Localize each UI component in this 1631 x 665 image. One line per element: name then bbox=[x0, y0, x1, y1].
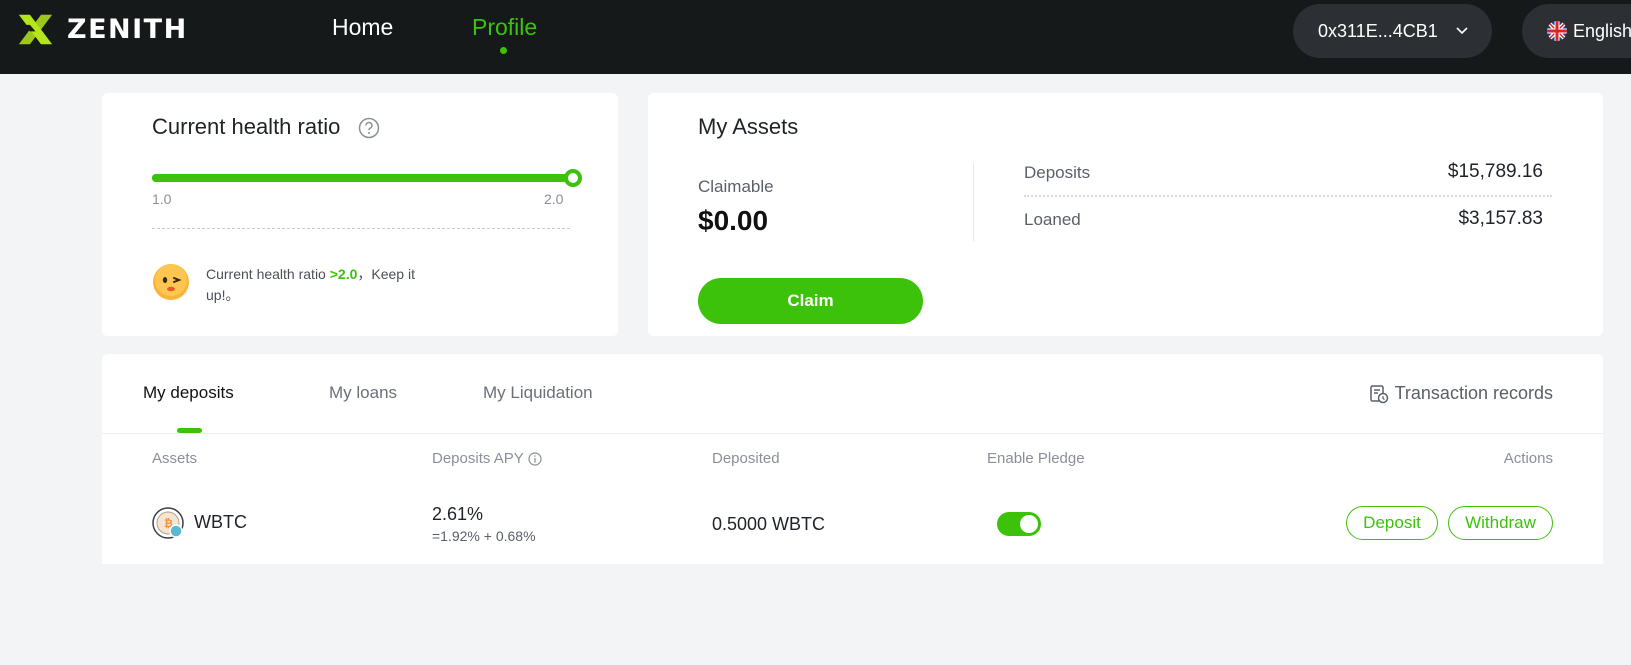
wbtc-coin-icon: ₿ bbox=[152, 507, 184, 539]
health-ratio-threshold: >2.0 bbox=[329, 266, 358, 282]
nav-home-link[interactable]: Home bbox=[332, 14, 393, 41]
enable-pledge-toggle[interactable] bbox=[997, 512, 1041, 536]
health-ratio-message: Current health ratio >2.0，Keep it up!。 bbox=[206, 266, 415, 303]
deposits-label: Deposits bbox=[1024, 163, 1091, 182]
deposited-amount: 0.5000 WBTC bbox=[712, 514, 826, 534]
nav-profile-link[interactable]: Profile bbox=[472, 14, 537, 41]
tab-my-deposits[interactable]: My deposits bbox=[143, 383, 234, 403]
happy-face-icon bbox=[153, 264, 189, 300]
column-header-actions: Actions bbox=[1503, 450, 1553, 467]
zenith-logo-icon bbox=[18, 14, 53, 45]
health-ratio-card: Current health ratio 1.0 2.0 Current hea… bbox=[102, 93, 618, 336]
column-header-apy: Deposits APY bbox=[432, 450, 542, 467]
brand-name: ZENITH bbox=[67, 14, 188, 45]
uk-flag-icon bbox=[1547, 21, 1567, 41]
deposit-button[interactable]: Deposit bbox=[1346, 506, 1438, 540]
loaned-label: Loaned bbox=[1024, 210, 1081, 229]
language-selector[interactable]: English bbox=[1522, 4, 1631, 58]
top-nav-bar: ZENITH Home Profile 0x311E...4CB1 Englis… bbox=[0, 0, 1631, 74]
health-ratio-marker bbox=[564, 169, 582, 187]
loaned-value: $3,157.83 bbox=[1458, 208, 1543, 229]
chevron-down-icon bbox=[1456, 27, 1468, 35]
my-assets-title: My Assets bbox=[698, 114, 799, 139]
brand-logo[interactable]: ZENITH bbox=[17, 11, 188, 48]
claimable-value: $0.00 bbox=[698, 205, 769, 236]
column-header-assets: Assets bbox=[152, 450, 198, 467]
tab-my-loans[interactable]: My loans bbox=[329, 383, 397, 403]
toggle-knob bbox=[1020, 515, 1038, 533]
transaction-records-label: Transaction records bbox=[1394, 383, 1553, 403]
info-icon[interactable] bbox=[528, 451, 542, 466]
divider bbox=[152, 228, 570, 229]
claimable-label: Claimable bbox=[698, 177, 774, 196]
wallet-address: 0x311E...4CB1 bbox=[1318, 20, 1438, 41]
vertical-divider bbox=[973, 163, 974, 241]
deposit-apy-breakdown: =1.92% + 0.68% bbox=[432, 528, 536, 544]
my-assets-card: My Assets Claimable $0.00 Deposits $15,7… bbox=[648, 93, 1603, 336]
active-nav-indicator bbox=[500, 47, 507, 54]
help-icon[interactable] bbox=[358, 117, 380, 139]
health-ratio-bar-fill bbox=[152, 174, 570, 182]
column-header-enable-pledge: Enable Pledge bbox=[987, 450, 1085, 467]
tab-my-liquidation[interactable]: My Liquidation bbox=[483, 383, 593, 403]
language-label: English bbox=[1573, 20, 1631, 41]
positions-card: My deposits My loans My Liquidation Tran… bbox=[102, 354, 1603, 564]
deposit-apy: 2.61% bbox=[432, 504, 484, 524]
health-ratio-bar bbox=[152, 174, 570, 182]
health-ratio-max-label: 2.0 bbox=[544, 191, 564, 207]
divider bbox=[102, 433, 1603, 434]
health-ratio-title: Current health ratio bbox=[152, 114, 341, 139]
deposits-value: $15,789.16 bbox=[1447, 161, 1543, 182]
withdraw-button[interactable]: Withdraw bbox=[1448, 506, 1553, 540]
records-icon bbox=[1369, 384, 1388, 403]
divider bbox=[1024, 195, 1552, 197]
column-header-deposited: Deposited bbox=[712, 450, 780, 467]
wallet-dropdown[interactable]: 0x311E...4CB1 bbox=[1293, 4, 1492, 58]
health-ratio-min-label: 1.0 bbox=[152, 191, 172, 207]
asset-name: WBTC bbox=[194, 512, 247, 532]
transaction-records-link[interactable]: Transaction records bbox=[1369, 383, 1553, 404]
claim-button[interactable]: Claim bbox=[698, 278, 923, 324]
